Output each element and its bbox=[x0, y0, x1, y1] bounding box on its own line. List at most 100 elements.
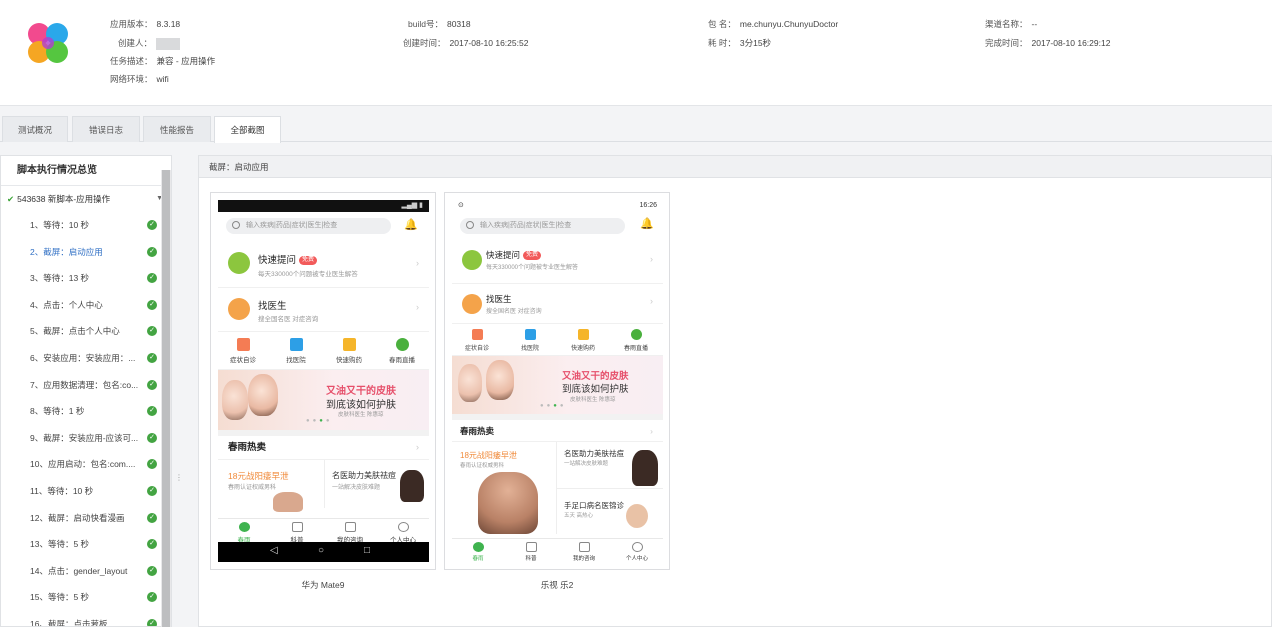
step-item[interactable]: 5、截屏：点击个人中心 ✓ bbox=[1, 318, 171, 345]
quick-link-pharmacy: 快速购药 bbox=[324, 338, 374, 364]
device-name-le2: 乐视 乐2 bbox=[540, 580, 574, 590]
step-item[interactable]: 10、应用启动：包名:com.... ✓ bbox=[1, 451, 171, 478]
step-item[interactable]: 7、应用数据清理：包名:co... ✓ bbox=[1, 372, 171, 399]
task-header: 应用版本： 8.3.18 创建人： 任务描述： 兼容 - 应用操作 网络环境： wif… bbox=[0, 0, 1272, 106]
tab-overview[interactable]: 测试概况 bbox=[2, 116, 68, 142]
pane-splitter[interactable]: ⋮ bbox=[172, 155, 198, 627]
promo-title: 手足口病名医锦诊 bbox=[564, 501, 624, 510]
success-check-icon: ✓ bbox=[147, 326, 157, 337]
step-label: 6、安装应用：安装应用：... bbox=[30, 352, 136, 363]
chevron-right-icon: › bbox=[415, 442, 419, 453]
drag-handle-icon[interactable]: ⋮ bbox=[175, 473, 183, 482]
chevron-right-icon: › bbox=[650, 296, 653, 306]
bell-icon: 🔔 bbox=[404, 219, 418, 231]
banner-subtitle: 到底该如何护肤 bbox=[562, 384, 629, 395]
success-check-icon: ✓ bbox=[147, 273, 157, 284]
meta-package: 包 名： me.chunyu.ChunyuDoctor bbox=[708, 19, 839, 29]
success-check-icon: ✓ bbox=[147, 220, 157, 230]
screenshot-panel: 截屏：启动应用 ▂▄▆ ▮ 输入疾病|药品|症状|医生|检查 🔔 快速提问 免费 … bbox=[198, 155, 1272, 627]
status-time: 16:26 bbox=[639, 202, 657, 209]
sidebar-scrollbar[interactable] bbox=[161, 170, 171, 627]
hospital-icon bbox=[289, 338, 303, 351]
hot-sale-grid: 18元战阳痿早泄 春雨认证权威男科 名医助力美肤祛痘 一站解决皮肤难题 bbox=[218, 460, 429, 512]
search-input: 输入疾病|药品|症状|医生|检查 bbox=[460, 218, 625, 234]
device-screenshot-le2[interactable]: ⊙ 16:26 输入疾病|药品|症状|医生|检查 🔔 快速提问 免费 每天33000… bbox=[444, 192, 670, 570]
step-item[interactable]: 15、等待：5 秒 ✓ bbox=[1, 584, 171, 611]
success-check-icon: ✓ bbox=[147, 565, 157, 576]
user-icon bbox=[631, 542, 643, 552]
step-item[interactable]: 16、截屏：点击萝板 ✓ bbox=[1, 611, 171, 627]
step-label: 5、截屏：点击个人中心 bbox=[30, 326, 120, 337]
step-item[interactable]: 1、等待：10 秒 ✓ bbox=[1, 212, 171, 239]
promo-person-image bbox=[478, 472, 538, 534]
home-icon bbox=[472, 542, 484, 552]
step-item[interactable]: 9、截屏：安装应用-应该可... ✓ bbox=[1, 425, 171, 452]
promo-banner: 又油又干的皮肤 到底该如何护肤 皮肤科医生 陈惠琼 ●●●● bbox=[452, 356, 663, 414]
step-item[interactable]: 4、点击：个人中心 ✓ bbox=[1, 292, 171, 319]
quick-ask-row: 快速提问 免费 每天330000个问题被专业医生解答 › bbox=[452, 240, 663, 284]
step-item[interactable]: 2、截屏：启动应用 ✓ bbox=[1, 239, 171, 266]
banner-face-image-2 bbox=[458, 364, 482, 402]
hot-sale-header: 春雨热卖 › bbox=[452, 420, 663, 442]
pharmacy-icon bbox=[577, 329, 589, 340]
step-label: 13、等待：5 秒 bbox=[30, 539, 90, 550]
phone-screen: ⊙ 16:26 输入疾病|药品|症状|医生|检查 🔔 快速提问 免费 每天33000… bbox=[452, 200, 663, 562]
device-screenshot-mate9[interactable]: ▂▄▆ ▮ 输入疾病|药品|症状|医生|检查 🔔 快速提问 免费 每天330000… bbox=[210, 192, 436, 570]
phone-tab-profile: 个人中心 bbox=[383, 522, 423, 544]
quick-ask-row: 快速提问 免费 每天330000个问题被专业医生解答 › bbox=[218, 242, 429, 288]
step-label: 14、点击：gender_layout bbox=[30, 565, 128, 576]
hospital-icon bbox=[524, 329, 536, 340]
quick-link-symptom: 症状自诊 bbox=[218, 338, 268, 364]
chevron-right-icon: › bbox=[416, 258, 419, 268]
quick-links: 症状自诊 找医院 快速购药 春雨直播 bbox=[218, 332, 429, 370]
meta-network: 网络环境： wifi bbox=[110, 74, 169, 84]
step-label: 3、等待：13 秒 bbox=[30, 273, 90, 284]
step-label: 16、截屏：点击萝板 bbox=[30, 618, 108, 627]
doctor-icon bbox=[462, 294, 482, 314]
tab-performance[interactable]: 性能报告 bbox=[143, 116, 211, 142]
promo-person-image bbox=[273, 492, 303, 512]
scrollbar-thumb[interactable] bbox=[162, 170, 170, 627]
step-item[interactable]: 13、等待：5 秒 ✓ bbox=[1, 531, 171, 558]
banner-title: 又油又干的皮肤 bbox=[562, 371, 629, 382]
phone-tab-science: 科普 bbox=[511, 542, 551, 562]
step-item[interactable]: 8、等待：1 秒 ✓ bbox=[1, 398, 171, 425]
step-label: 11、等待：10 秒 bbox=[30, 485, 94, 496]
pharmacy-icon bbox=[342, 338, 356, 351]
live-icon bbox=[630, 329, 642, 340]
phone-tab-home: 春雨 bbox=[458, 542, 498, 562]
promo-title: 18元战阳痿早泄 bbox=[460, 451, 517, 460]
home-icon bbox=[238, 522, 250, 532]
recents-icon: □ bbox=[364, 545, 371, 556]
step-item[interactable]: 14、点击：gender_layout ✓ bbox=[1, 558, 171, 585]
banner-title: 又油又干的皮肤 bbox=[326, 386, 396, 397]
tab-all-screenshots[interactable]: 全部截图 bbox=[214, 116, 281, 143]
step-label: 10、应用启动：包名:com.... bbox=[30, 459, 136, 470]
clock-icon bbox=[228, 252, 250, 274]
step-item[interactable]: 6、安装应用：安装应用：... ✓ bbox=[1, 345, 171, 372]
doctor-icon bbox=[228, 298, 250, 320]
step-item[interactable]: 3、等待：13 秒 ✓ bbox=[1, 265, 171, 292]
search-icon bbox=[232, 221, 240, 229]
promo-sub: 春雨认证权威男科 bbox=[460, 463, 505, 469]
step-item[interactable]: 12、截屏：启动快看漫画 ✓ bbox=[1, 505, 171, 532]
phone-tab-science: 科普 bbox=[277, 522, 317, 544]
success-check-icon: ✓ bbox=[147, 379, 157, 390]
step-item[interactable]: 11、等待：10 秒 ✓ bbox=[1, 478, 171, 505]
find-doctor-row: 找医生 搜全国名医 对症咨询 › bbox=[218, 288, 429, 332]
book-icon bbox=[291, 522, 303, 532]
check-icon: ✔ bbox=[7, 194, 15, 204]
promo-title: 名医助力美肤祛痘 bbox=[332, 471, 396, 480]
carousel-dots: ●●●● bbox=[540, 403, 567, 409]
promo-banner: 又油又干的皮肤 到底该如何护肤 皮肤科医生 陈惠琼 ●●●● bbox=[218, 370, 429, 430]
chat-icon bbox=[344, 522, 356, 532]
sidebar-title: 脚本执行情况总览 bbox=[1, 156, 171, 186]
divider bbox=[324, 460, 325, 508]
bell-icon: 🔔 bbox=[640, 218, 654, 230]
step-label: 7、应用数据清理：包名:co... bbox=[30, 379, 139, 390]
tab-error-log[interactable]: 错误日志 bbox=[72, 116, 140, 142]
success-check-icon: ✓ bbox=[147, 618, 157, 626]
step-label: 4、点击：个人中心 bbox=[30, 299, 103, 310]
script-node[interactable]: ✔ 543638 新脚本-应用操作 ▼ bbox=[1, 186, 171, 212]
chevron-right-icon: › bbox=[416, 302, 419, 312]
